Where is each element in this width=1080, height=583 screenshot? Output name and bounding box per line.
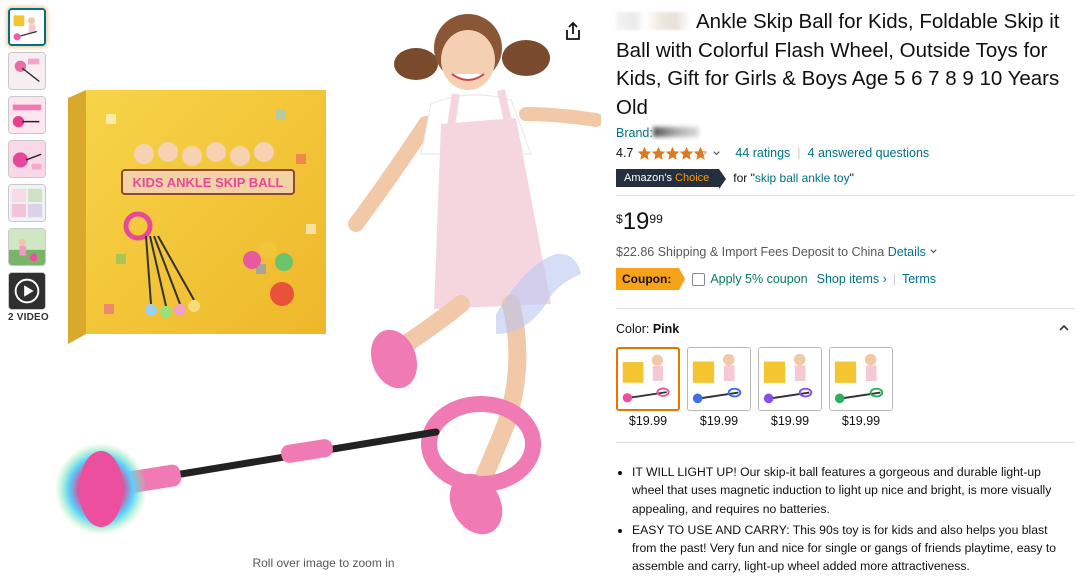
feature-bullets: IT WILL LIGHT UP! Our skip-it ball featu…	[616, 463, 1074, 576]
choice-for-suffix: "	[849, 171, 854, 185]
star-icon	[666, 146, 680, 160]
price: $ 19 99	[616, 208, 1074, 240]
choice-keyword-link[interactable]: skip ball ankle toy	[755, 171, 850, 185]
amazons-choice-row: Amazon's Choice for "skip ball ankle toy…	[616, 168, 1074, 189]
swatch-image	[616, 347, 680, 411]
redacted-brand-name	[652, 127, 699, 137]
shipping-info: $22.86 Shipping & Import Fees Deposit to…	[616, 245, 1074, 259]
feature-bullet: IT WILL LIGHT UP! Our skip-it ball featu…	[632, 463, 1074, 518]
ratings-count-link[interactable]: 44 ratings	[735, 146, 790, 160]
brand-link[interactable]: Brand:	[616, 126, 1074, 141]
color-label-text: Color:	[616, 322, 653, 336]
main-product-image[interactable]: KIDS ANKLE SKIP BALL	[56, 4, 601, 549]
color-swatch[interactable]: $19.99	[616, 347, 680, 428]
rating-value: 4.7	[616, 146, 634, 160]
video-thumbnail[interactable]	[8, 272, 46, 310]
star-icon	[680, 146, 694, 160]
chevron-down-icon[interactable]	[712, 149, 721, 158]
divider	[616, 442, 1074, 443]
swatch-price: $19.99	[770, 414, 810, 428]
color-swatch[interactable]: $19.99	[758, 347, 822, 428]
thumbnail-4[interactable]	[8, 140, 46, 178]
choice-for-prefix: for "	[733, 171, 755, 185]
product-title: Ankle Skip Ball for Kids, Foldable Skip …	[616, 8, 1074, 122]
divider	[616, 308, 1074, 309]
thumbnail-strip: 2 VIDEO	[8, 8, 50, 323]
coupon-badge: Coupon:	[616, 268, 686, 290]
color-label: Color: Pink	[616, 322, 679, 336]
brand-label: Brand:	[616, 126, 653, 140]
rating-stars[interactable]	[638, 146, 708, 160]
thumbnail-2[interactable]	[8, 52, 46, 90]
price-symbol: $	[616, 212, 623, 226]
choice-badge-highlight: Choice	[675, 172, 710, 184]
thumbnail-3[interactable]	[8, 96, 46, 134]
zoom-hint: Roll over image to zoom in	[252, 556, 395, 570]
star-icon	[638, 146, 652, 160]
redacted-brand	[616, 12, 690, 30]
product-details: Ankle Skip Ball for Kids, Foldable Skip …	[616, 8, 1074, 579]
swatch-image	[829, 347, 893, 411]
color-swatches: $19.99 $19.99 $19.99 $19.99	[616, 347, 1074, 428]
coupon-row: Coupon: Apply 5% coupon Shop items › | T…	[616, 268, 1074, 290]
shipping-details-link[interactable]: Details	[888, 245, 926, 259]
color-selector-header[interactable]: Color: Pink	[616, 322, 1074, 336]
feature-bullet: EASY TO USE AND CARRY: This 90s toy is f…	[632, 521, 1074, 576]
play-icon	[9, 273, 45, 309]
star-icon	[652, 146, 666, 160]
swatch-image	[687, 347, 751, 411]
choice-for-text: for "skip ball ankle toy"	[733, 171, 854, 185]
terms-link[interactable]: Terms	[902, 272, 936, 286]
thumbnail-1[interactable]	[8, 8, 46, 46]
swatch-price: $19.99	[699, 414, 739, 428]
star-icon	[694, 146, 708, 160]
amazons-choice-badge: Amazon's Choice	[616, 169, 727, 189]
rating-row: 4.7 44 ratings | 4 answered questions	[616, 144, 1074, 162]
separator: |	[797, 146, 801, 160]
color-value: Pink	[652, 322, 680, 336]
thumbnail-6[interactable]	[8, 228, 46, 266]
share-icon[interactable]	[562, 20, 584, 42]
coupon-checkbox[interactable]	[692, 272, 706, 286]
swatch-image	[758, 347, 822, 411]
color-swatch[interactable]: $19.99	[687, 347, 751, 428]
separator: |	[892, 272, 897, 286]
choice-badge-text: Amazon's	[624, 172, 676, 184]
price-fraction: 99	[649, 212, 663, 226]
answered-questions-link[interactable]: 4 answered questions	[808, 146, 930, 160]
chevron-up-icon[interactable]	[1058, 322, 1070, 334]
coupon-text[interactable]: Apply 5% coupon	[710, 272, 807, 286]
shipping-text: $22.86 Shipping & Import Fees Deposit to…	[616, 245, 888, 259]
swatch-price: $19.99	[628, 414, 668, 428]
box-title: KIDS ANKLE SKIP BALL	[133, 175, 284, 190]
color-swatch[interactable]: $19.99	[829, 347, 893, 428]
thumbnail-5[interactable]	[8, 184, 46, 222]
video-count-label: 2 VIDEO	[8, 312, 49, 323]
price-whole: 19	[622, 208, 650, 235]
chevron-down-icon[interactable]	[929, 247, 938, 256]
shop-items-link[interactable]: Shop items ›	[817, 272, 887, 286]
divider	[616, 195, 1074, 196]
swatch-price: $19.99	[841, 414, 881, 428]
